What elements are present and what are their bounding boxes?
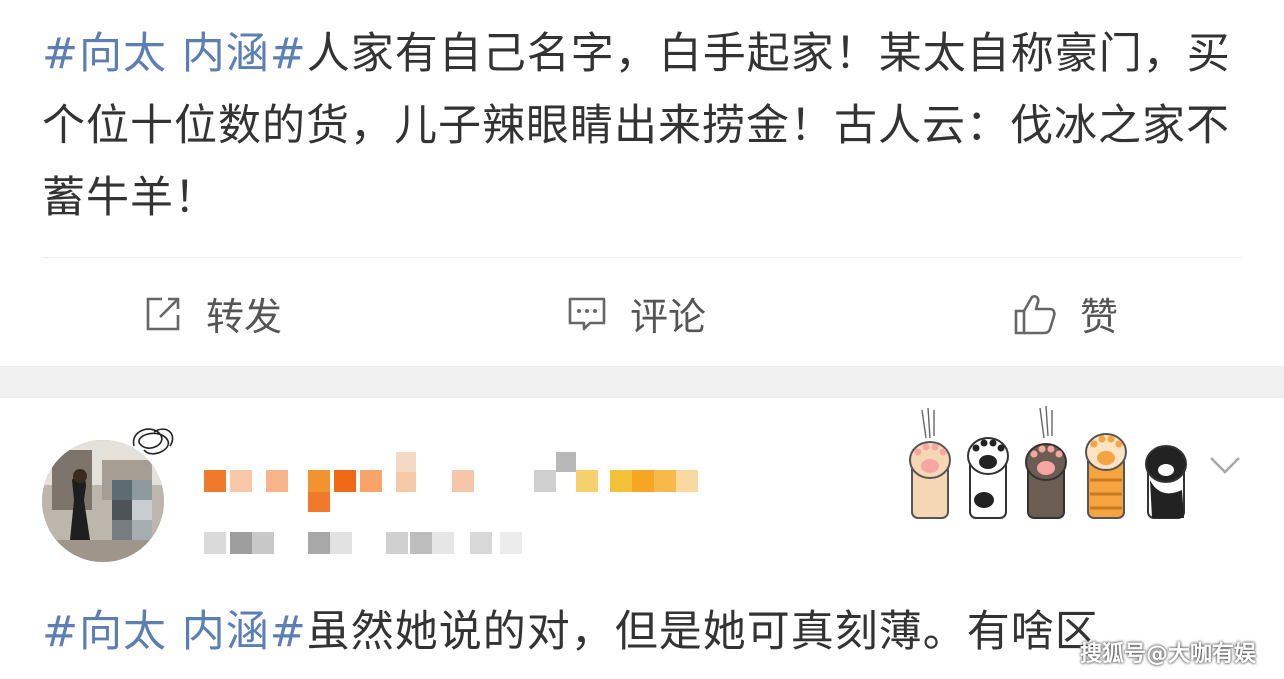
like-icon	[1012, 291, 1058, 337]
comment-icon	[566, 293, 608, 335]
repost-label: 转发	[206, 295, 283, 339]
post-text: #向太 内涵#虽然她说的对，但是她可真刻薄。有啥区	[42, 596, 1242, 679]
post-text: #向太 内涵#人家有自己名字，白手起家！某太自称豪门，买个位十位数的货，儿子辣眼…	[42, 18, 1242, 234]
username-obscured	[204, 452, 698, 554]
repost-button[interactable]: 转发	[142, 286, 282, 341]
post-body: 虽然她说的对，但是她可真刻薄。有啥区	[306, 607, 1099, 657]
repost-icon	[142, 293, 184, 335]
comment-label: 评论	[630, 295, 707, 339]
watermark: 搜狐号@大咖有娱	[1079, 642, 1256, 667]
comment-button[interactable]: 评论	[566, 286, 706, 341]
like-button[interactable]: 赞	[1012, 286, 1118, 341]
hashtag-link[interactable]: #向太 内涵#	[42, 29, 307, 79]
action-bar: 转发 评论 赞	[0, 258, 1284, 366]
cat-paw-sticker	[909, 405, 1187, 519]
section-divider	[0, 366, 1284, 398]
hashtag-link[interactable]: #向太 内涵#	[42, 607, 307, 657]
like-label: 赞	[1080, 295, 1119, 339]
scribble-decoration	[132, 428, 174, 455]
chevron-down-icon[interactable]	[1208, 454, 1242, 480]
